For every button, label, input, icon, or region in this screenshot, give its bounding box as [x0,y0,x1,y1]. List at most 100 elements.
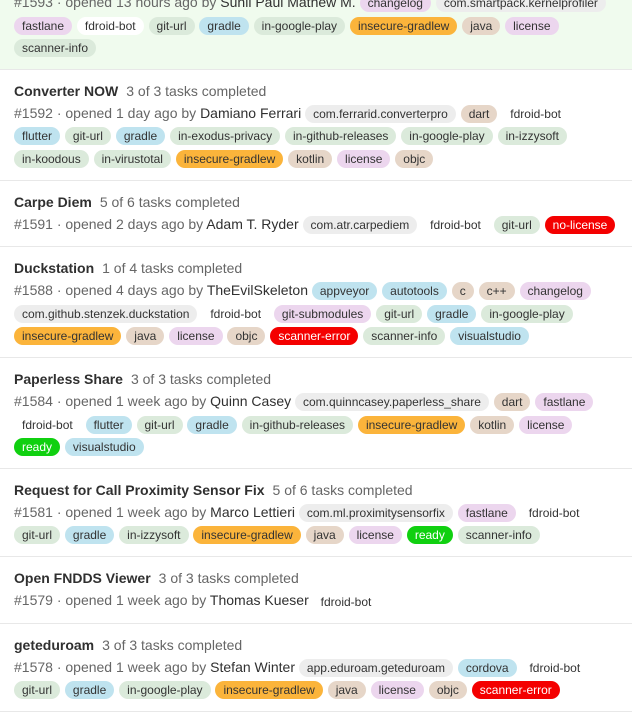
label-badge[interactable]: gradle [427,304,477,323]
label-badge[interactable]: cordova [457,659,517,678]
label-badge[interactable]: license [519,415,573,434]
label-badge[interactable]: license [370,681,424,700]
label-badge[interactable]: in-google-play [401,127,493,146]
label-badge[interactable]: license [505,16,559,35]
label-badge[interactable]: dart [493,393,531,412]
label-badge[interactable]: visualstudio [450,326,529,345]
label-badge[interactable]: insecure-gradlew [357,415,466,434]
label-badge[interactable]: com.github.stenzek.duckstation [14,304,198,323]
author-link[interactable]: Damiano Ferrari [200,105,301,121]
label-badge[interactable]: git-url [376,304,423,323]
label-badge[interactable]: java [327,681,366,700]
label-badge[interactable]: git-url [493,216,540,235]
issue-title-link[interactable]: Paperless Share [14,371,123,387]
label-badge[interactable]: no-license [544,216,616,235]
author-link[interactable]: Sunil Paul Mathew M. [220,0,355,10]
label-badge[interactable]: in-google-play [253,16,346,35]
author-link[interactable]: Quinn Casey [210,393,291,409]
label-badge[interactable]: insecure-gradlew [14,326,122,345]
label-badge[interactable]: fastlane [14,16,73,35]
label-badge[interactable]: git-url [148,16,195,35]
issue-title-link[interactable]: Duckstation [14,260,94,276]
label-badge[interactable]: objc [395,149,434,168]
author-link[interactable]: Marco Lettieri [210,504,295,520]
label-badge[interactable]: com.atr.carpediem [302,216,418,235]
label-badge[interactable]: insecure-gradlew [175,149,284,168]
label-badge[interactable]: git-url [14,526,61,545]
label-badge[interactable]: objc [428,681,467,700]
label-badge[interactable]: scanner-info [363,326,446,345]
label-badge[interactable]: in-google-play [481,304,573,323]
label-badge[interactable]: app.eduroam.geteduroam [298,659,453,678]
label-badge[interactable]: in-izzysoft [119,526,189,545]
label-badge[interactable]: changelog [359,0,431,13]
label-badge[interactable]: com.quinncasey.paperless_share [295,393,489,412]
label-badge[interactable]: fdroid-bot [76,16,144,35]
label-badge[interactable]: c [451,282,474,301]
label-badge[interactable]: scanner-info [14,38,97,57]
label-badge[interactable]: java [305,526,344,545]
label-badge[interactable]: in-virustotal [93,149,171,168]
label-badge[interactable]: git-submodules [273,304,372,323]
label-badge[interactable]: kotlin [288,149,333,168]
label-badge[interactable]: git-url [64,127,111,146]
label-badge[interactable]: gradle [64,681,115,700]
label-badge[interactable]: ready [406,526,453,545]
label-badge[interactable]: appveyor [311,282,378,301]
author-link[interactable]: Thomas Kueser [210,592,309,608]
label-badge[interactable]: java [462,16,501,35]
author-link[interactable]: TheEvilSkeleton [207,282,308,298]
label-badge[interactable]: fdroid-bot [502,105,569,124]
label-badge[interactable]: ready [14,437,61,456]
label-badge[interactable]: dart [460,105,498,124]
label-badge[interactable]: in-koodous [14,149,89,168]
label-badge[interactable]: scanner-info [457,526,540,545]
label-badge[interactable]: flutter [85,415,132,434]
issue-title-link[interactable]: Request for Call Proximity Sensor Fix [14,482,265,498]
label-badge[interactable]: scanner-error [471,681,560,700]
label-badge[interactable]: gradle [187,415,237,434]
issue-title-link[interactable]: geteduroam [14,637,94,653]
issue-title-link[interactable]: Carpe Diem [14,194,92,210]
label-badge[interactable]: gradle [115,127,166,146]
label-badge[interactable]: changelog [519,282,591,301]
label-badge[interactable]: in-izzysoft [497,127,567,146]
label-badge[interactable]: java [126,326,165,345]
label-badge[interactable]: fdroid-bot [312,592,380,611]
label-badge[interactable]: fdroid-bot [521,659,589,678]
label-badge[interactable]: autotools [382,282,447,301]
label-badge[interactable]: com.ferrarid.converterpro [305,105,456,124]
label-badge[interactable]: in-google-play [119,681,211,700]
label-badge[interactable]: c++ [478,282,515,301]
label-badge[interactable]: license [348,526,402,545]
label-badge[interactable]: git-url [136,415,183,434]
issue-title-link[interactable]: Open FNDDS Viewer [14,570,151,586]
author-link[interactable]: Adam T. Ryder [206,216,298,232]
label-badge[interactable]: fdroid-bot [14,415,81,434]
label-badge[interactable]: scanner-error [270,326,359,345]
label-badge[interactable]: insecure-gradlew [193,526,301,545]
label-badge[interactable]: insecure-gradlew [349,16,458,35]
label-badge[interactable]: fastlane [457,504,516,523]
label-badge[interactable]: com.smartpack.kernelprofiler [435,0,606,13]
label-badge[interactable]: com.ml.proximitysensorfix [298,504,453,523]
label-badge[interactable]: in-exodus-privacy [170,127,281,146]
label-badge[interactable]: git-url [14,681,61,700]
label-badge[interactable]: fdroid-bot [202,304,270,323]
label-badge[interactable]: objc [227,326,266,345]
label-badge[interactable]: license [337,149,391,168]
label-badge[interactable]: flutter [14,127,61,146]
label-badge[interactable]: in-github-releases [285,127,397,146]
label-badge[interactable]: insecure-gradlew [215,681,323,700]
label-badge[interactable]: kotlin [470,415,515,434]
label-badge[interactable]: fastlane [535,393,594,412]
label-badge[interactable]: fdroid-bot [520,504,588,523]
label-badge[interactable]: license [169,326,223,345]
author-link[interactable]: Stefan Winter [210,659,295,675]
issue-title-link[interactable]: Converter NOW [14,83,118,99]
label-badge[interactable]: gradle [199,16,249,35]
label-badge[interactable]: in-github-releases [241,415,354,434]
label-badge[interactable]: gradle [64,526,115,545]
label-badge[interactable]: visualstudio [64,437,144,456]
label-badge[interactable]: fdroid-bot [422,216,489,235]
